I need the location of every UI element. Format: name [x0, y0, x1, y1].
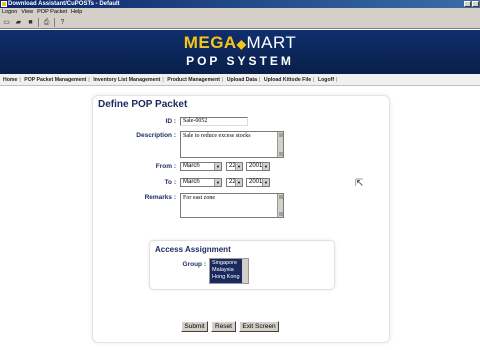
nav-home[interactable]: Home: [3, 77, 17, 83]
from-month-select[interactable]: March ▼: [180, 162, 222, 171]
title-bar: Download Assistant/CuPOSTs - Default: [0, 0, 480, 8]
help-icon[interactable]: ?: [58, 18, 67, 27]
chevron-down-icon: ▼: [214, 179, 221, 186]
group-label: Group :: [182, 261, 206, 268]
remarks-value: For east zone: [183, 195, 215, 201]
from-label: From :: [155, 163, 176, 170]
app-icon: [1, 1, 7, 7]
remarks-textarea[interactable]: For east zone: [180, 193, 284, 218]
submit-button[interactable]: Submit: [181, 321, 208, 332]
nav-pop-packet-management[interactable]: POP Packet Management: [24, 77, 86, 83]
window-title: Download Assistant/CuPOSTs - Default: [8, 1, 120, 7]
chevron-down-icon: ▼: [214, 163, 221, 170]
group-scrollbar[interactable]: [242, 259, 248, 283]
from-day-select[interactable]: 22 ▼: [226, 162, 243, 171]
page-title: Define POP Packet: [98, 99, 188, 110]
nav-product-management[interactable]: Product Management: [167, 77, 220, 83]
exit-screen-button[interactable]: Exit Screen: [239, 321, 279, 332]
to-year-value: 2001: [249, 179, 263, 185]
group-listbox[interactable]: Singapore Malaysia Hong Kong: [209, 258, 249, 284]
print-icon[interactable]: ⎙: [42, 18, 51, 27]
nav-inventory-list-management[interactable]: Inventory List Management: [93, 77, 160, 83]
id-field[interactable]: Sale-0052: [180, 117, 248, 126]
menu-help[interactable]: Help: [71, 8, 82, 16]
new-icon[interactable]: ▭: [2, 18, 11, 27]
id-label: ID :: [165, 118, 176, 125]
menu-view[interactable]: View: [21, 8, 33, 16]
minimize-button[interactable]: [464, 1, 471, 7]
description-value: Sale to reduce excess stocks: [183, 133, 251, 139]
close-button[interactable]: [472, 1, 479, 7]
description-label: Description :: [136, 132, 176, 139]
remarks-scrollbar[interactable]: [277, 194, 283, 217]
remarks-label: Remarks :: [144, 194, 176, 201]
nav-upload-kittode-file[interactable]: Upload Kittode File: [264, 77, 311, 83]
from-year-value: 2001: [249, 163, 263, 169]
toolbar-divider: [38, 17, 39, 27]
nav-bar: Home | POP Packet Management | Inventory L…: [0, 74, 480, 86]
brand-separator: ◆: [236, 37, 247, 51]
toolbar: ▭ ▰ ■ ⎙ ?: [0, 16, 480, 29]
chevron-down-icon: ▼: [235, 179, 242, 186]
brand-logo: MEGA◆MART: [0, 33, 480, 53]
menu-bar: Logon View POP Packet Help: [0, 8, 480, 16]
to-label: To :: [164, 179, 176, 186]
system-subtitle: POP SYSTEM: [186, 54, 294, 68]
to-month-value: March: [183, 179, 200, 185]
menu-logon[interactable]: Logon: [2, 8, 17, 16]
access-assignment-title: Access Assignment: [155, 245, 231, 254]
description-textarea[interactable]: Sale to reduce excess stocks: [180, 131, 284, 158]
brand-name-part-2: MART: [246, 33, 297, 52]
description-scrollbar[interactable]: [277, 132, 283, 157]
reset-button[interactable]: Reset: [211, 321, 236, 332]
to-month-select[interactable]: March ▼: [180, 178, 222, 187]
nav-upload-data[interactable]: Upload Data: [227, 77, 257, 83]
save-icon[interactable]: ■: [26, 18, 35, 27]
chevron-down-icon: ▼: [262, 163, 269, 170]
toolbar-divider: [54, 17, 55, 27]
chevron-down-icon: ▼: [262, 179, 269, 186]
nav-logoff[interactable]: Logoff: [318, 77, 334, 83]
application-window: Download Assistant/CuPOSTs - Default Log…: [0, 0, 480, 350]
chevron-down-icon: ▼: [235, 163, 242, 170]
menu-pop-packet[interactable]: POP Packet: [37, 8, 67, 16]
brand-name-part-1: MEGA: [183, 33, 237, 52]
from-month-value: March: [183, 163, 200, 169]
to-year-select[interactable]: 2001 ▼: [246, 178, 270, 187]
to-day-select[interactable]: 22 ▼: [226, 178, 243, 187]
mouse-cursor-icon: ⇱: [355, 178, 364, 189]
open-folder-icon[interactable]: ▰: [14, 18, 23, 27]
from-year-select[interactable]: 2001 ▼: [246, 162, 270, 171]
